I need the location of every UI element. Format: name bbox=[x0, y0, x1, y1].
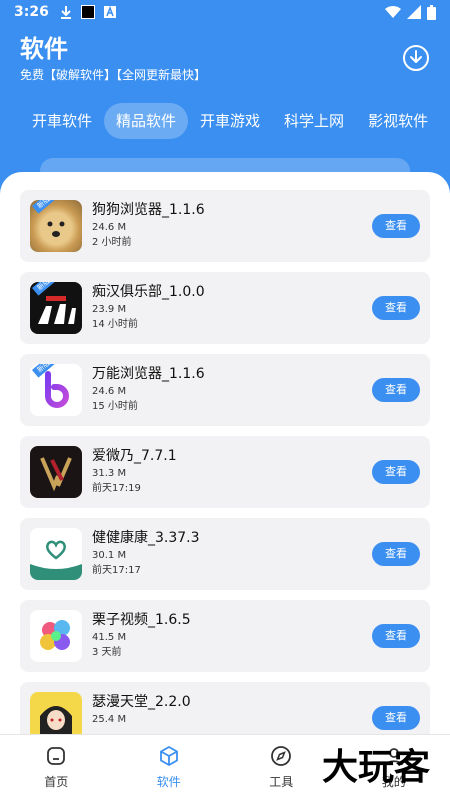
app-name: 爱微乃_7.7.1 bbox=[92, 448, 177, 464]
app-name: 痴汉俱乐部_1.0.0 bbox=[92, 284, 205, 300]
nav-label: 工具 bbox=[269, 775, 294, 789]
app-name: 瑟漫天堂_2.2.0 bbox=[92, 694, 191, 710]
app-name: 万能浏览器_1.1.6 bbox=[92, 366, 205, 382]
app-size: 30.1 M bbox=[92, 550, 127, 561]
app-time: 14 小时前 bbox=[92, 319, 138, 330]
app-time: 2 小时前 bbox=[92, 237, 132, 248]
list-item[interactable]: 新版本 万能浏览器_1.1.6 24.6 M 15 小时前 查看 bbox=[20, 354, 430, 426]
battery-icon bbox=[427, 4, 436, 20]
list-item[interactable]: 新版本 痴汉俱乐部_1.0.0 23.9 M 14 小时前 查看 bbox=[20, 272, 430, 344]
app-size: 41.5 M bbox=[92, 632, 127, 643]
title-block: 软件 免费【破解软件】【全网更新最快】 bbox=[20, 34, 206, 84]
nav-label: 软件 bbox=[156, 775, 181, 789]
status-bar: 3:26 bbox=[0, 0, 450, 24]
view-button[interactable]: 查看 bbox=[372, 214, 420, 238]
view-button[interactable]: 查看 bbox=[372, 296, 420, 320]
browser-b-icon: 新版本 bbox=[30, 364, 82, 416]
view-button[interactable]: 查看 bbox=[372, 460, 420, 484]
nav-item-home[interactable]: 首页 bbox=[0, 735, 113, 800]
download-button[interactable] bbox=[402, 44, 430, 72]
aiweinai-icon bbox=[30, 446, 82, 498]
list-item[interactable]: 爱微乃_7.7.1 31.3 M 前天17:19 查看 bbox=[20, 436, 430, 508]
app-size: 24.6 M bbox=[92, 222, 127, 233]
app-size: 23.9 M bbox=[92, 304, 127, 315]
app-time: 3 天前 bbox=[92, 647, 122, 658]
nav-label: 首页 bbox=[44, 775, 69, 789]
tab-kaiche-games[interactable]: 开車游戏 bbox=[188, 103, 272, 139]
home-icon bbox=[47, 747, 66, 765]
app-name: 栗子视频_1.6.5 bbox=[92, 612, 191, 628]
doge-icon: 新版本 bbox=[30, 200, 82, 252]
page-subtitle: 免费【破解软件】【全网更新最快】 bbox=[20, 68, 207, 82]
heart-icon bbox=[30, 528, 82, 580]
tab-kaiche-software[interactable]: 开車软件 bbox=[20, 103, 104, 139]
compass-icon bbox=[271, 746, 292, 766]
list-item[interactable]: 栗子视频_1.6.5 41.5 M 3 天前 查看 bbox=[20, 600, 430, 672]
list-item[interactable]: 新版本 狗狗浏览器_1.1.6 24.6 M 2 小时前 查看 bbox=[20, 190, 430, 262]
view-button[interactable]: 查看 bbox=[372, 706, 420, 730]
app-size: 25.4 M bbox=[92, 714, 127, 725]
watermark: 大玩客 bbox=[321, 747, 430, 788]
app-size: 31.3 M bbox=[92, 468, 127, 479]
app-list-panel: 新版本 狗狗浏览器_1.1.6 24.6 M 2 小时前 查看 新版本 痴汉俱乐… bbox=[0, 172, 450, 800]
wifi-icon bbox=[385, 5, 401, 19]
view-button[interactable]: 查看 bbox=[372, 378, 420, 402]
black-square-icon bbox=[80, 5, 95, 19]
font-a-icon bbox=[103, 5, 116, 18]
download-status-icon bbox=[60, 6, 71, 19]
chihan-icon: 新版本 bbox=[30, 282, 82, 334]
app-list: 新版本 狗狗浏览器_1.1.6 24.6 M 2 小时前 查看 新版本 痴汉俱乐… bbox=[20, 190, 430, 764]
tab-premium-software[interactable]: 精品软件 bbox=[104, 103, 189, 139]
app-time: 前天17:19 bbox=[92, 483, 141, 494]
signal-icon bbox=[407, 5, 421, 19]
status-time: 3:26 bbox=[14, 4, 49, 20]
app-name: 狗狗浏览器_1.1.6 bbox=[92, 202, 205, 218]
category-tabs: 开車软件 精品软件 开車游戏 科学上网 影视软件 bbox=[20, 103, 440, 139]
nav-item-software[interactable]: 软件 bbox=[113, 735, 226, 800]
list-item[interactable]: 健健康康_3.37.3 30.1 M 前天17:17 查看 bbox=[20, 518, 430, 590]
app-name: 健健康康_3.37.3 bbox=[92, 530, 200, 546]
cube-icon bbox=[159, 746, 178, 766]
app-time: 前天17:17 bbox=[92, 565, 141, 576]
nav-item-tools[interactable]: 工具 bbox=[225, 735, 338, 800]
tab-vpn[interactable]: 科学上网 bbox=[272, 103, 356, 139]
lizi-icon bbox=[30, 610, 82, 662]
app-time: 15 小时前 bbox=[92, 401, 138, 412]
view-button[interactable]: 查看 bbox=[372, 542, 420, 566]
page-title: 软件 bbox=[20, 35, 68, 63]
tab-video-software[interactable]: 影视软件 bbox=[356, 103, 440, 139]
app-size: 24.6 M bbox=[92, 386, 127, 397]
view-button[interactable]: 查看 bbox=[372, 624, 420, 648]
